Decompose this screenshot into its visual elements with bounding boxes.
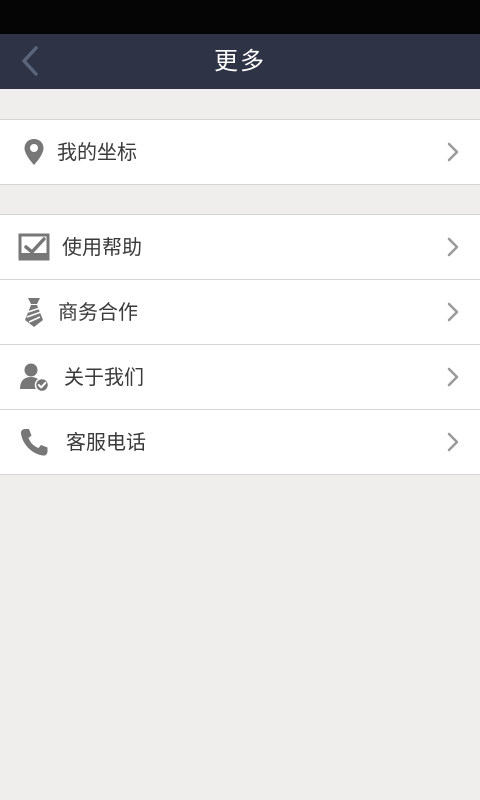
- chevron-right-icon: [447, 367, 459, 387]
- user-verified-icon: [20, 363, 50, 393]
- menu-item-about-us[interactable]: 关于我们: [0, 344, 480, 409]
- menu-item-help[interactable]: 使用帮助: [0, 215, 480, 279]
- menu-item-label: 使用帮助: [62, 235, 142, 259]
- title-bar: 更多: [0, 34, 480, 89]
- menu-item-customer-service-phone[interactable]: 客服电话: [0, 409, 480, 474]
- status-bar: [0, 0, 480, 34]
- chevron-right-icon: [447, 302, 459, 322]
- chevron-right-icon: [447, 237, 459, 257]
- page-title: 更多: [214, 47, 266, 75]
- necktie-icon: [25, 298, 43, 327]
- back-button[interactable]: [8, 34, 58, 89]
- menu-item-label: 我的坐标: [57, 140, 137, 164]
- menu-group-more: 使用帮助 商务合作 关于我们 客服电话: [0, 214, 480, 475]
- back-chevron-icon: [22, 46, 38, 76]
- chevron-right-icon: [447, 432, 459, 452]
- menu-item-label: 关于我们: [64, 365, 144, 389]
- menu-item-label: 客服电话: [66, 430, 146, 454]
- menu-group-location: 我的坐标: [0, 119, 480, 185]
- help-checkbox-icon: [18, 233, 50, 261]
- phone-icon: [20, 429, 48, 456]
- location-pin-icon: [24, 139, 44, 165]
- chevron-right-icon: [447, 142, 459, 162]
- menu-item-label: 商务合作: [58, 300, 138, 324]
- menu-item-business-cooperation[interactable]: 商务合作: [0, 279, 480, 344]
- menu-item-my-coordinates[interactable]: 我的坐标: [0, 120, 480, 184]
